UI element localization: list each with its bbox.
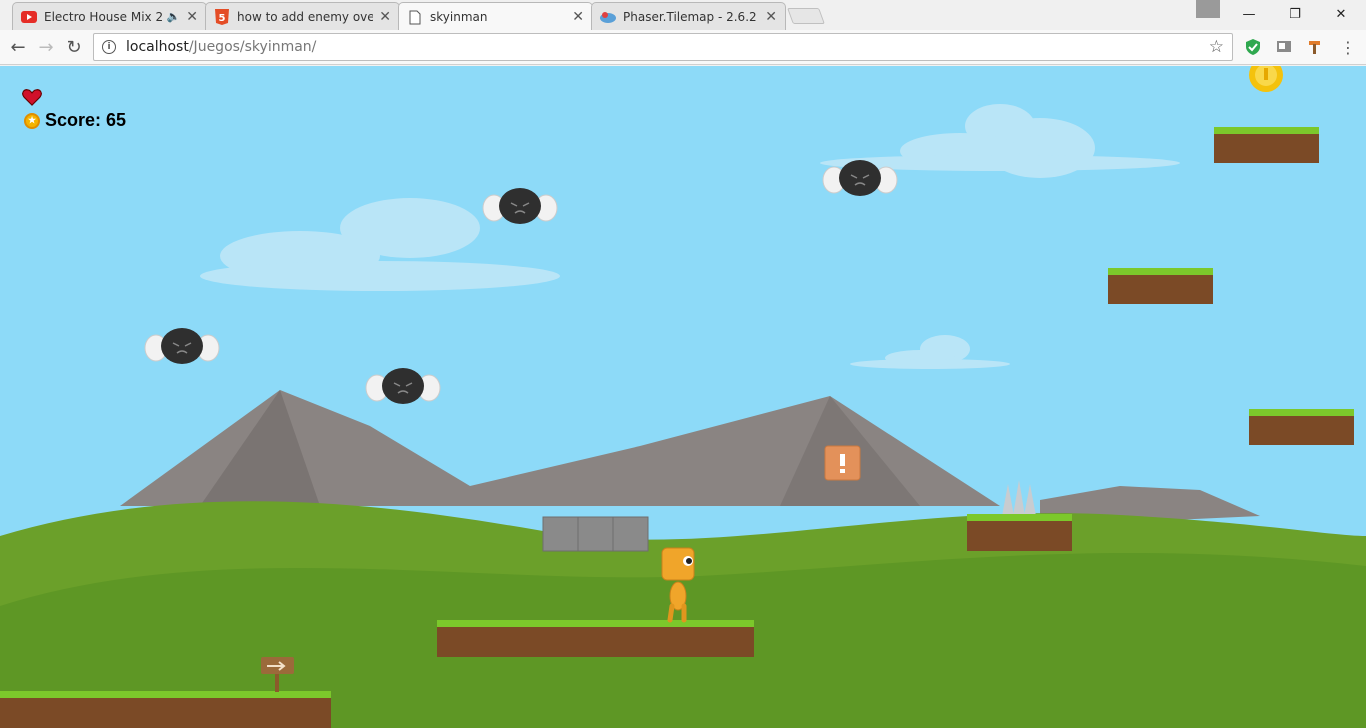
close-tab-icon[interactable]: ✕ — [572, 9, 584, 25]
forward-arrow-icon[interactable]: → — [36, 37, 56, 58]
address-bar[interactable]: i localhost/Juegos/skyinman/ ☆ — [93, 33, 1233, 61]
cast-extension-icon[interactable] — [1275, 38, 1293, 56]
coin-icon: ★ — [24, 112, 40, 129]
minimize-button[interactable]: — — [1226, 0, 1272, 28]
exclamation-box — [824, 445, 861, 481]
game-canvas[interactable]: ★ Score: 65 — [0, 66, 1366, 728]
tab-youtube[interactable]: Electro House Mix 201 🔈 ✕ — [12, 2, 207, 30]
page-icon — [407, 9, 423, 25]
tab-title: Phaser.Tilemap - 2.6.2 - L — [623, 9, 759, 24]
tab-phaser-tilemap[interactable]: Phaser.Tilemap - 2.6.2 - L ✕ — [591, 2, 786, 30]
close-window-button[interactable]: ✕ — [1318, 0, 1364, 28]
close-tab-icon[interactable]: ✕ — [186, 9, 198, 25]
bookmark-star-icon[interactable]: ☆ — [1209, 37, 1224, 57]
restore-button[interactable]: ❐ — [1272, 0, 1318, 28]
url-host: localhost — [126, 39, 189, 55]
speaker-icon[interactable]: 🔈 — [167, 10, 181, 23]
info-icon[interactable]: i — [102, 40, 116, 54]
close-tab-icon[interactable]: ✕ — [379, 9, 391, 25]
svg-text:5: 5 — [219, 13, 226, 24]
hammer-extension-icon[interactable] — [1306, 38, 1324, 56]
tab-title: Electro House Mix 201 — [44, 9, 163, 24]
score-text: Score: 65 — [45, 110, 127, 130]
shield-extension-icon[interactable] — [1244, 38, 1262, 56]
menu-icon[interactable]: ⋮ — [1338, 37, 1358, 57]
url-path: /Juegos/skyinman/ — [188, 39, 317, 55]
tab-how-to-add-enemy[interactable]: 5 how to add enemy over a ✕ — [205, 2, 400, 30]
browser-toolbar: ← → ↻ i localhost/Juegos/skyinman/ ☆ ⋮ — [0, 30, 1366, 65]
stone-blocks — [542, 516, 649, 552]
tab-skyinman[interactable]: skyinman ✕ — [398, 2, 593, 31]
back-arrow-icon[interactable]: ← — [8, 37, 28, 58]
youtube-icon — [21, 9, 37, 25]
html5-icon: 5 — [214, 8, 230, 25]
tab-strip: Electro House Mix 201 🔈 ✕ 5 how to add e… — [0, 0, 1366, 31]
tab-title: how to add enemy over a — [237, 9, 374, 24]
heart-icon — [22, 89, 42, 106]
profile-icon[interactable] — [1196, 0, 1220, 18]
reload-icon[interactable]: ↻ — [64, 37, 84, 58]
phaser-icon — [600, 9, 616, 25]
url-text[interactable]: localhost/Juegos/skyinman/ — [126, 39, 316, 55]
game-scene — [0, 66, 1366, 728]
score-display: ★ Score: 65 — [24, 110, 126, 131]
new-tab-button[interactable] — [787, 8, 825, 24]
close-tab-icon[interactable]: ✕ — [765, 9, 777, 25]
tab-title: skyinman — [430, 10, 488, 24]
